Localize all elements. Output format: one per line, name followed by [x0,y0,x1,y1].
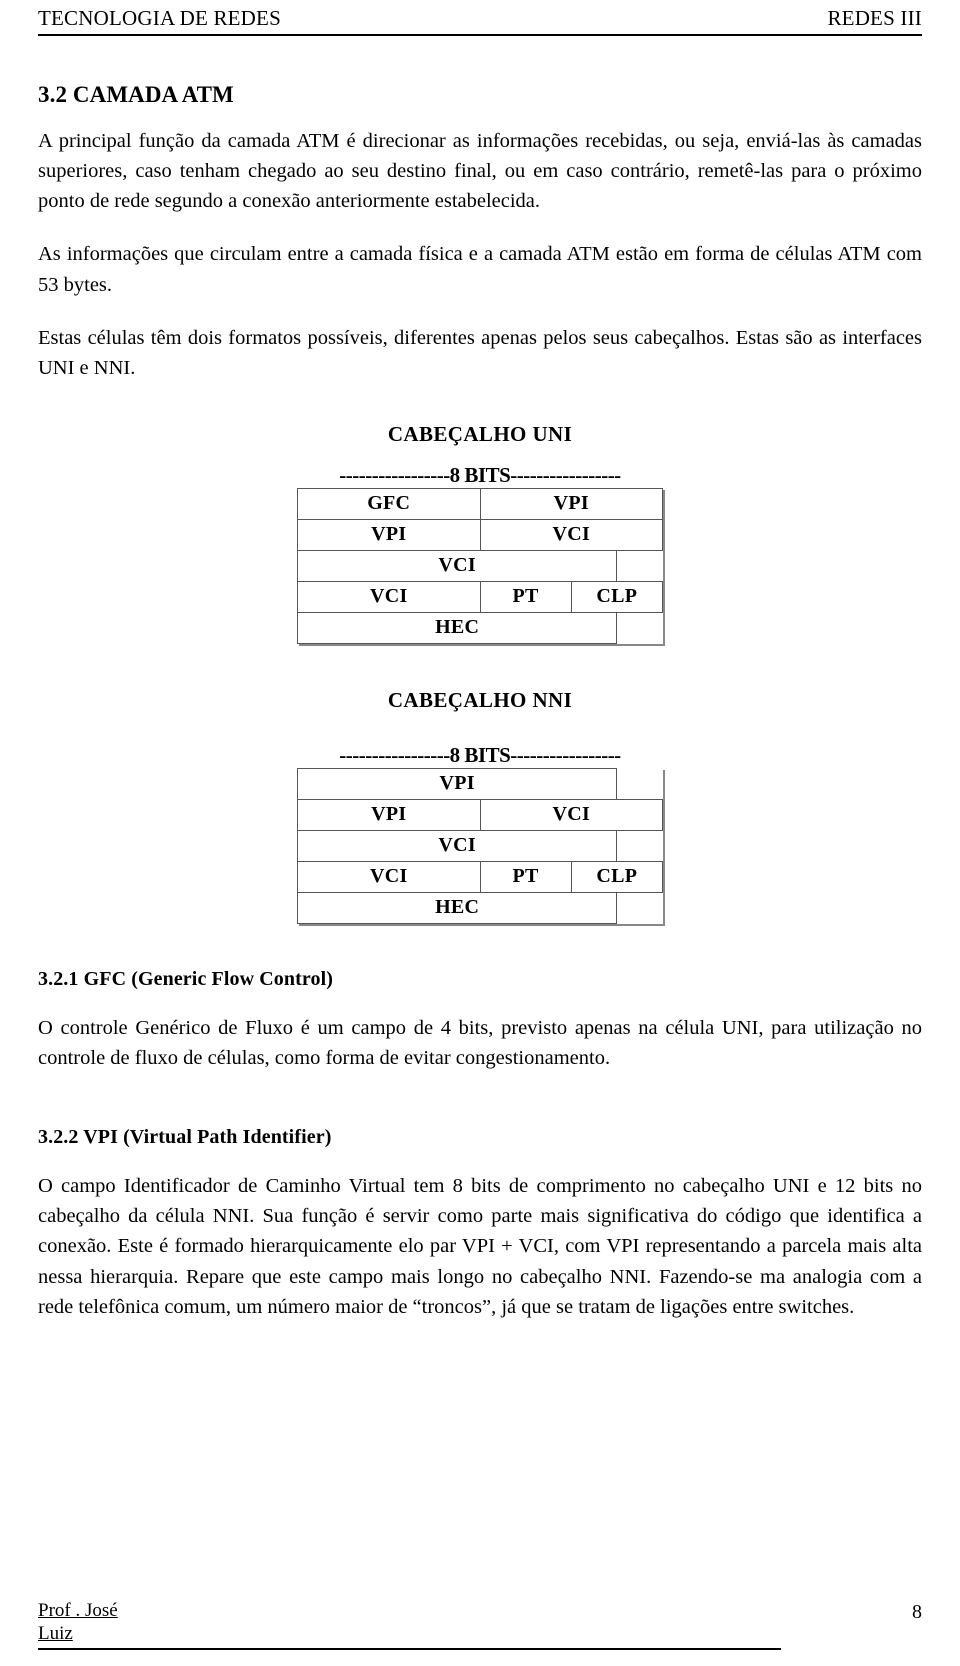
table-row: VPI VCI [297,518,663,551]
table-row: VCI PT CLP [297,860,664,893]
uni-header-table-body: GFC VPI VPI VCI VCI VCI PT CLP HEC [296,487,664,644]
footer-author: Prof . José Luiz [38,1599,118,1647]
field-cell-empty [617,550,663,581]
table-row: VCI [296,829,663,862]
diagram-nni-bits-ruler: -----------------8 BITS----------------- [339,742,621,767]
field-cell-vci: VCI [297,860,481,893]
field-cell-pt: PT [479,580,572,613]
field-cell-vpi: VPI [297,518,481,551]
subsection-title-vpi: 3.2.2 VPI (Virtual Path Identifier) [38,1126,332,1149]
header-right-title: REDES III [827,6,922,30]
field-cell-vci: VCI [479,798,663,831]
nni-header-table: VPI VPI VCI VCI VCI PT CLP HEC [296,767,664,924]
field-cell-empty [617,892,663,923]
page-title: 3.2 CAMADA ATM [38,82,234,107]
diagram-nni: CABEÇALHO NNI -----------------8 BITS---… [38,644,922,924]
field-cell-gfc: GFC [297,487,481,520]
field-cell-vci: VCI [296,549,618,582]
table-row: HEC [296,891,663,924]
footer-page-number: 8 [912,1600,922,1623]
diagram-uni: CABEÇALHO UNI -----------------8 BITS---… [38,406,922,644]
nni-header-table-body: VPI VPI VCI VCI VCI PT CLP HEC [296,767,664,924]
document-header: TECNOLOGIA DE REDES REDES III [38,0,922,31]
diagram-uni-title: CABEÇALHO UNI [387,421,573,446]
diagram-uni-bits-ruler: -----------------8 BITS----------------- [339,462,621,487]
footer-author-line2: Luiz [38,1623,73,1645]
field-cell-hec: HEC [296,611,618,644]
table-row: GFC VPI [297,487,663,520]
table-row: HEC [296,611,663,644]
diagram-nni-title: CABEÇALHO NNI [387,687,573,712]
field-cell-empty [617,768,663,799]
field-cell-empty [617,612,663,643]
document-footer: Prof . José Luiz 8 [38,1599,922,1650]
paragraph-vpi: O campo Identificador de Caminho Virtual… [38,1175,922,1318]
header-divider [38,34,922,36]
table-row: VCI PT CLP [297,580,664,613]
footer-divider [38,1648,781,1650]
paragraph-formats: Estas células têm dois formatos possívei… [38,326,922,379]
table-row: VPI [296,767,663,800]
table-row: VCI [296,549,663,582]
field-cell-vci: VCI [479,518,663,551]
field-cell-vpi: VPI [297,798,481,831]
field-cell-vpi: VPI [296,767,618,800]
field-cell-empty [617,830,663,861]
field-cell-vci: VCI [296,829,618,862]
paragraph-cells: As informações que circulam entre a cama… [38,243,922,296]
paragraph-intro: A principal função da camada ATM é direc… [38,130,922,213]
paragraph-gfc: O controle Genérico de Fluxo é um campo … [38,1016,922,1069]
footer-author-line1: Prof . José [38,1599,118,1621]
subsection-title-gfc: 3.2.1 GFC (Generic Flow Control) [38,967,333,990]
field-cell-vpi: VPI [479,487,663,520]
field-cell-vci: VCI [297,580,481,613]
field-cell-clp: CLP [570,580,664,613]
field-cell-hec: HEC [296,891,618,924]
field-cell-pt: PT [479,860,572,893]
uni-header-table: GFC VPI VPI VCI VCI VCI PT CLP HEC [296,487,664,644]
table-row: VPI VCI [297,798,663,831]
field-cell-clp: CLP [570,860,664,893]
document-page: TECNOLOGIA DE REDES REDES III 3.2 CAMADA… [0,0,960,1666]
header-left-title: TECNOLOGIA DE REDES [38,6,281,30]
